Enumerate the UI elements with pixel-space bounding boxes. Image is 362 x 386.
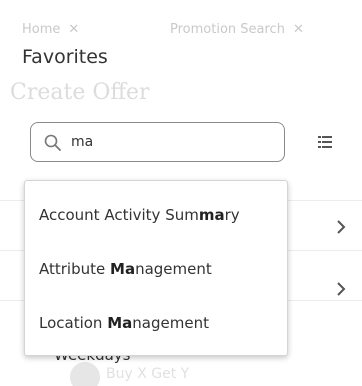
background-page-title: Create Offer xyxy=(10,80,150,105)
suggestion-attribute-management[interactable]: Attribute Management xyxy=(39,251,279,287)
chevron-right-icon[interactable] xyxy=(336,282,346,296)
search-suggestions-dropdown: Account Activity Summary Attribute Manag… xyxy=(24,180,288,356)
close-icon: ✕ xyxy=(292,22,304,37)
suggestion-location-management[interactable]: Location Management xyxy=(39,305,279,341)
background-avatar xyxy=(70,362,100,386)
suggestion-text: Attribute xyxy=(39,260,111,278)
background-tab-label: Home xyxy=(22,22,61,37)
suggestion-text: Account Activity Sum xyxy=(39,206,199,224)
suggestion-text: Location xyxy=(39,314,108,332)
suggestion-match: Ma xyxy=(107,314,133,332)
suggestion-account-activity-summary[interactable]: Account Activity Summary xyxy=(39,197,279,233)
list-icon[interactable] xyxy=(318,136,332,148)
suggestion-text: nagement xyxy=(135,260,212,278)
suggestion-text: ry xyxy=(224,206,240,224)
background-tab-home: Home ✕ xyxy=(22,22,79,37)
search-icon xyxy=(44,134,61,151)
favorites-search-input[interactable] xyxy=(71,129,271,155)
suggestion-text: nagement xyxy=(132,314,209,332)
background-offer-text: Buy X Get Y xyxy=(106,366,190,382)
background-tab-label: Promotion Search xyxy=(170,22,285,37)
suggestion-match: ma xyxy=(198,206,225,224)
favorites-search-box[interactable] xyxy=(30,122,285,162)
favorites-title: Favorites xyxy=(22,46,108,68)
favorites-panel: Home ✕ Promotion Search ✕ Create Offer Buy… xyxy=(0,0,362,386)
chevron-right-icon[interactable] xyxy=(336,220,346,234)
suggestion-match: Ma xyxy=(110,260,136,278)
close-icon: ✕ xyxy=(68,22,80,37)
background-tab-promotion-search: Promotion Search ✕ xyxy=(170,22,304,37)
